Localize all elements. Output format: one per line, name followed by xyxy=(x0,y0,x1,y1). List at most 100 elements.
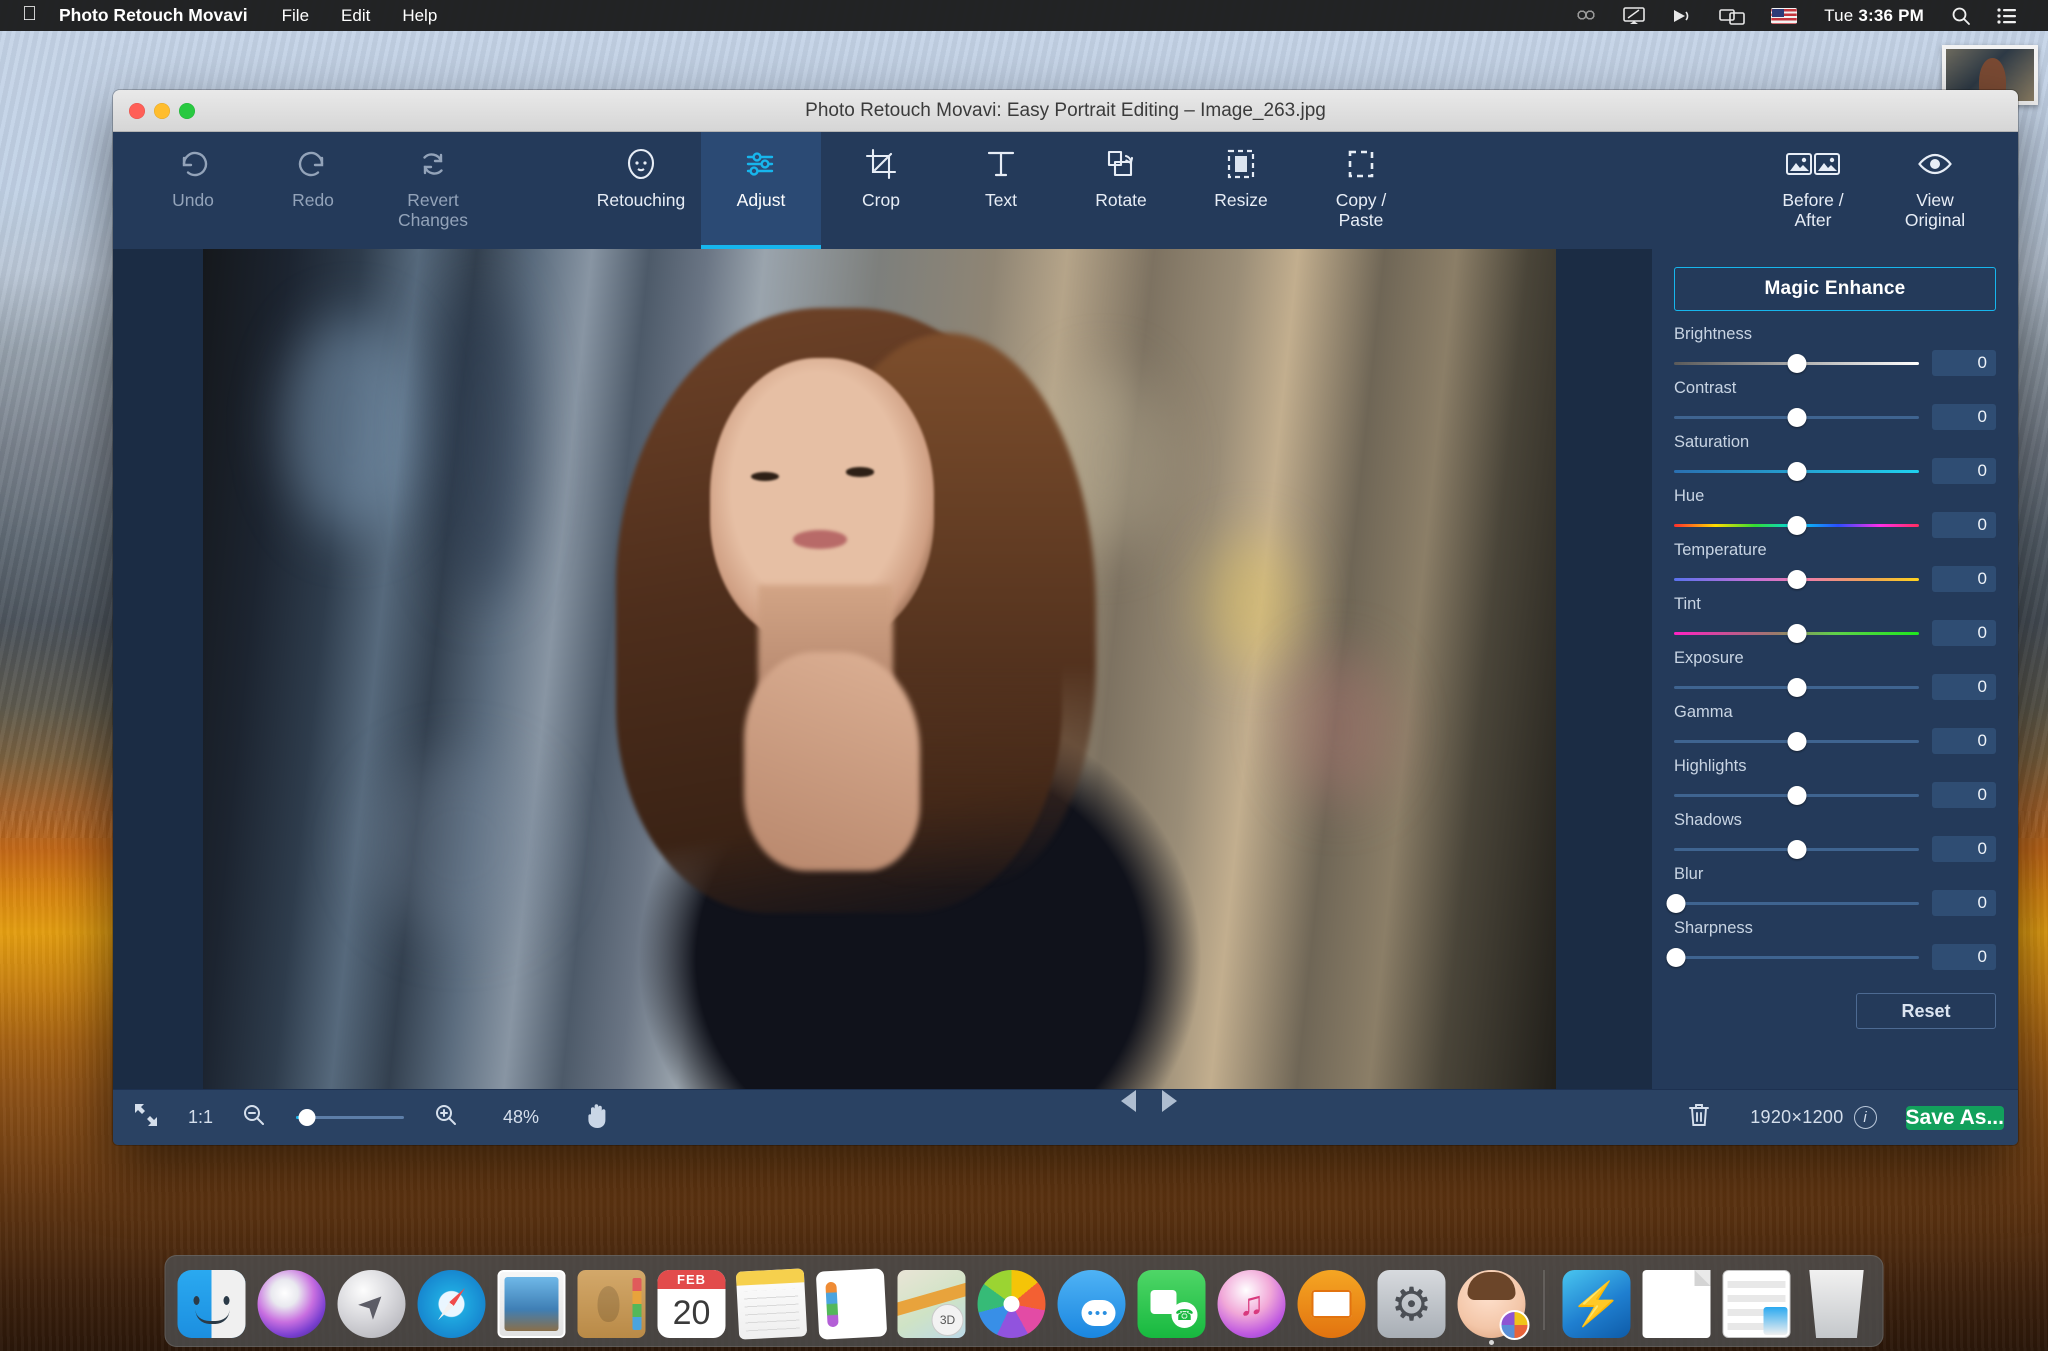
view-original-button[interactable]: View Original xyxy=(1874,132,1996,249)
dock-item-mail[interactable] xyxy=(497,1270,566,1338)
slider-knob[interactable] xyxy=(1787,461,1806,481)
slider-value-gamma[interactable]: 0 xyxy=(1932,728,1996,754)
dock-item-ibooks[interactable] xyxy=(1297,1270,1366,1338)
hand-pan-button[interactable] xyxy=(565,1090,631,1145)
image-canvas-area[interactable] xyxy=(113,249,1652,1089)
dock-item-photo-retouch-movavi[interactable] xyxy=(1457,1270,1530,1345)
slider-knob[interactable] xyxy=(1787,677,1806,697)
slider-track-highlights[interactable] xyxy=(1674,785,1919,805)
dock-item-itunes[interactable] xyxy=(1217,1270,1286,1338)
slider-track-tint[interactable] xyxy=(1674,623,1919,643)
slider-track-sharpness[interactable] xyxy=(1666,947,1919,967)
slider-value-saturation[interactable]: 0 xyxy=(1932,458,1996,484)
slider-value-brightness[interactable]: 0 xyxy=(1932,350,1996,376)
dock-item-facetime[interactable] xyxy=(1137,1270,1206,1338)
dock-item-finder[interactable] xyxy=(177,1270,246,1338)
revert-changes-button[interactable]: Revert Changes xyxy=(373,132,493,249)
menu-item-help[interactable]: Help xyxy=(386,0,453,31)
dock-item-safari[interactable] xyxy=(417,1270,486,1338)
redo-button[interactable]: Redo xyxy=(253,132,373,249)
slider-value-exposure[interactable]: 0 xyxy=(1932,674,1996,700)
slider-knob[interactable] xyxy=(1787,569,1806,589)
tool-resize[interactable]: Resize xyxy=(1181,132,1301,249)
dock-item-document[interactable] xyxy=(1642,1270,1711,1338)
previous-image-button[interactable] xyxy=(1121,1090,1137,1112)
apple-menu-icon[interactable]:  xyxy=(18,3,55,29)
dock-item-notes[interactable] xyxy=(735,1268,808,1340)
us-flag-icon[interactable] xyxy=(1758,0,1810,31)
slider-value-tint[interactable]: 0 xyxy=(1932,620,1996,646)
slider-track-brightness[interactable] xyxy=(1674,353,1919,373)
slider-track-hue[interactable] xyxy=(1674,515,1919,535)
dock-item-photos[interactable] xyxy=(977,1270,1046,1338)
slider-knob[interactable] xyxy=(1787,785,1806,805)
zoom-in-button[interactable] xyxy=(414,1090,478,1145)
slider-track-blur[interactable] xyxy=(1666,893,1919,913)
tool-text[interactable]: Text xyxy=(941,132,1061,249)
slider-value-contrast[interactable]: 0 xyxy=(1932,404,1996,430)
dock-item-launchpad[interactable] xyxy=(337,1270,406,1338)
slider-value-shadows[interactable]: 0 xyxy=(1932,836,1996,862)
reset-button[interactable]: Reset xyxy=(1856,993,1996,1029)
dock-item-calendar[interactable]: FEB 20 xyxy=(657,1270,726,1338)
window-title-bar[interactable]: Photo Retouch Movavi: Easy Portrait Edit… xyxy=(113,90,2018,132)
zoom-out-button[interactable] xyxy=(222,1090,286,1145)
airplay-display-icon[interactable] xyxy=(1610,0,1658,31)
slider-value-temperature[interactable]: 0 xyxy=(1932,566,1996,592)
slider-value-sharpness[interactable]: 0 xyxy=(1932,944,1996,970)
dock-item-reminders[interactable] xyxy=(815,1268,888,1340)
next-image-button[interactable] xyxy=(1162,1090,1178,1112)
slider-knob[interactable] xyxy=(1666,893,1686,913)
dock-item-contacts[interactable] xyxy=(577,1270,646,1338)
tool-retouching[interactable]: Retouching xyxy=(581,132,701,249)
dock-item-maps[interactable] xyxy=(897,1270,966,1338)
dock-item-downloads-stack[interactable] xyxy=(1722,1270,1791,1338)
minimize-button[interactable] xyxy=(154,102,170,119)
dock-item-power-downloader[interactable] xyxy=(1562,1270,1631,1338)
menu-item-file[interactable]: File xyxy=(266,0,325,31)
app-menu-title[interactable]: Photo Retouch Movavi xyxy=(55,5,266,26)
fit-to-screen-button[interactable] xyxy=(113,1090,179,1145)
maximize-button[interactable] xyxy=(179,102,195,119)
delete-image-button[interactable] xyxy=(1667,1090,1731,1145)
zoom-slider[interactable] xyxy=(296,1108,405,1128)
save-as-button[interactable]: Save As... xyxy=(1905,1105,2004,1130)
slider-track-temperature[interactable] xyxy=(1674,569,1919,589)
dock-item-siri[interactable] xyxy=(257,1270,326,1338)
dock-item-messages[interactable] xyxy=(1057,1270,1126,1338)
tool-adjust[interactable]: Adjust xyxy=(701,132,821,249)
menu-item-edit[interactable]: Edit xyxy=(325,0,386,31)
creative-cloud-icon[interactable] xyxy=(1562,0,1610,31)
tool-crop[interactable]: Crop xyxy=(821,132,941,249)
slider-knob[interactable] xyxy=(1666,947,1686,967)
slider-track-gamma[interactable] xyxy=(1674,731,1919,751)
slider-knob[interactable] xyxy=(1787,515,1806,535)
magic-enhance-button[interactable]: Magic Enhance xyxy=(1674,267,1996,311)
slider-value-highlights[interactable]: 0 xyxy=(1932,782,1996,808)
slider-knob[interactable] xyxy=(1787,353,1806,373)
slider-track-saturation[interactable] xyxy=(1674,461,1919,481)
before-after-button[interactable]: Before / After xyxy=(1752,132,1874,249)
slider-knob[interactable] xyxy=(1787,839,1806,859)
dock-item-system-preferences[interactable] xyxy=(1377,1270,1446,1338)
tool-rotate[interactable]: Rotate xyxy=(1061,132,1181,249)
info-icon[interactable]: i xyxy=(1853,1106,1877,1129)
spotlight-search-icon[interactable] xyxy=(1938,0,1984,31)
slider-value-hue[interactable]: 0 xyxy=(1932,512,1996,538)
voiceover-icon[interactable] xyxy=(1658,0,1706,31)
notification-center-icon[interactable] xyxy=(1984,0,2030,31)
actual-size-button[interactable]: 1:1 xyxy=(180,1090,221,1145)
close-button[interactable] xyxy=(129,102,145,119)
undo-button[interactable]: Undo xyxy=(133,132,253,249)
slider-knob[interactable] xyxy=(1787,407,1806,427)
slider-track-exposure[interactable] xyxy=(1674,677,1919,697)
screen-mirroring-icon[interactable] xyxy=(1706,0,1758,31)
slider-knob[interactable] xyxy=(1787,731,1806,751)
menu-bar-clock[interactable]: Tue 3:36 PM xyxy=(1810,6,1938,26)
tool-copy-paste[interactable]: Copy / Paste xyxy=(1301,132,1421,249)
slider-value-blur[interactable]: 0 xyxy=(1932,890,1996,916)
slider-knob[interactable] xyxy=(1787,623,1806,643)
edited-photo[interactable] xyxy=(203,249,1556,1089)
slider-track-shadows[interactable] xyxy=(1674,839,1919,859)
dock-item-trash[interactable] xyxy=(1809,1270,1864,1338)
